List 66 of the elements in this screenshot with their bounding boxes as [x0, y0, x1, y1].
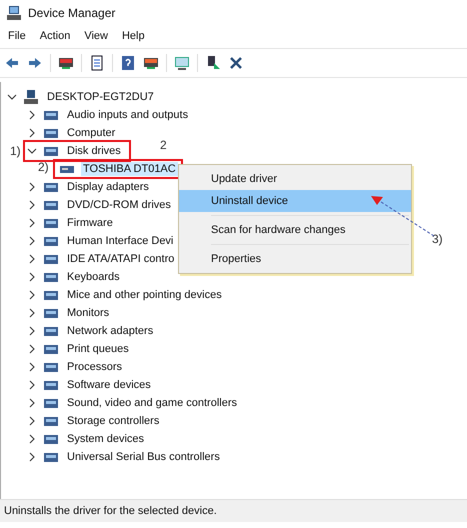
menu-item[interactable]: Help [122, 30, 145, 42]
menu-item[interactable]: Action [40, 30, 70, 42]
menu-item[interactable]: View [84, 30, 108, 42]
tree-item[interactable]: TOSHIBA DT01AC [81, 162, 178, 176]
tree-item[interactable]: Network adapters [65, 324, 156, 338]
expand-caret-icon[interactable] [27, 308, 37, 318]
tree-item[interactable]: Processors [65, 360, 124, 374]
tree-item[interactable]: Software devices [65, 378, 153, 392]
scan-icon[interactable] [174, 55, 190, 71]
step-label: 2 [160, 138, 167, 152]
menu-item[interactable]: Update driver [179, 168, 411, 190]
driver-icon[interactable] [205, 55, 221, 71]
tree-item[interactable]: Keyboards [65, 270, 122, 284]
forward-icon[interactable] [27, 55, 43, 71]
tree-item[interactable]: DESKTOP-EGT2DU7 [45, 90, 156, 104]
expand-caret-icon[interactable] [27, 434, 37, 444]
expand-caret-icon[interactable] [27, 236, 37, 246]
step-label: 1) [10, 144, 21, 158]
uninstall-icon[interactable] [228, 55, 244, 71]
tree-item[interactable]: Human Interface Devi [65, 234, 176, 248]
document-icon[interactable] [89, 55, 105, 71]
step-label: 2) [38, 160, 49, 174]
step-label: 3) [432, 232, 443, 246]
tree-item[interactable]: System devices [65, 432, 146, 446]
tree-item[interactable]: Disk drives [65, 144, 123, 158]
expand-caret-icon[interactable] [27, 398, 37, 408]
expand-caret-icon[interactable] [7, 92, 17, 102]
expand-caret-icon[interactable] [27, 290, 37, 300]
back-icon[interactable] [4, 55, 20, 71]
expand-caret-icon[interactable] [27, 362, 37, 372]
expand-caret-icon[interactable] [27, 254, 37, 264]
expand-caret-icon[interactable] [27, 128, 37, 138]
tree-item[interactable]: Firmware [65, 216, 115, 230]
tree-item[interactable]: Monitors [65, 306, 112, 320]
help-icon[interactable] [120, 55, 136, 71]
menu-item[interactable]: Properties [179, 248, 411, 270]
tree-item[interactable]: Display adapters [65, 180, 151, 194]
expand-caret-icon[interactable] [27, 380, 37, 390]
expand-caret-icon[interactable] [27, 200, 37, 210]
tree-item[interactable]: Audio inputs and outputs [65, 108, 190, 122]
tree-item[interactable]: IDE ATA/ATAPI contro [65, 252, 176, 266]
expand-caret-icon[interactable] [27, 182, 37, 192]
tree-item[interactable]: Storage controllers [65, 414, 162, 428]
tree-item[interactable]: Print queues [65, 342, 131, 356]
status-text: Uninstalls the driver for the selected device. [4, 505, 217, 517]
tree-item[interactable]: DVD/CD-ROM drives [65, 198, 173, 212]
tree-item[interactable]: Computer [65, 126, 118, 140]
menu-item[interactable]: Uninstall device [179, 190, 411, 212]
expand-caret-icon[interactable] [27, 452, 37, 462]
expand-caret-icon[interactable] [27, 272, 37, 282]
tree-item[interactable]: Mice and other pointing devices [65, 288, 224, 302]
computer-icon [6, 5, 22, 21]
expand-caret-icon[interactable] [27, 218, 37, 228]
tree-item[interactable]: Universal Serial Bus controllers [65, 450, 222, 464]
computer-icon[interactable] [58, 55, 74, 71]
expand-caret-icon[interactable] [27, 110, 37, 120]
expand-caret-icon[interactable] [27, 416, 37, 426]
computer-icon [23, 89, 39, 105]
monitor-icon[interactable] [143, 55, 159, 71]
expand-caret-icon[interactable] [27, 344, 37, 354]
menu-item[interactable]: File [8, 30, 26, 42]
expand-caret-icon[interactable] [27, 326, 37, 336]
window-title: Device Manager [28, 6, 116, 20]
menu-item[interactable]: Scan for hardware changes [179, 219, 411, 241]
tree-item[interactable]: Sound, video and game controllers [65, 396, 239, 410]
expand-caret-icon[interactable] [27, 146, 37, 156]
